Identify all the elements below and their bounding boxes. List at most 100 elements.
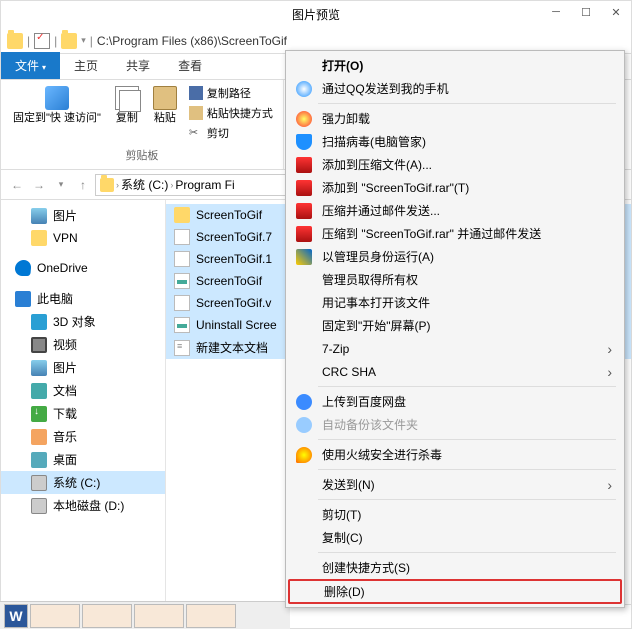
nav-back-button[interactable]: ←: [7, 175, 27, 195]
taskbar-item[interactable]: [134, 604, 184, 628]
address-path[interactable]: C:\Program Files (x86)\ScreenToGif: [97, 34, 287, 48]
paste-shortcut-button[interactable]: 粘贴快捷方式: [187, 104, 275, 122]
separator-icon: |: [54, 34, 57, 48]
minimize-button[interactable]: ─: [541, 1, 571, 23]
nav-forward-button[interactable]: →: [29, 175, 49, 195]
menu-label: 发送到(N): [322, 476, 375, 493]
file-icon: [174, 251, 190, 267]
menu-label: 添加到 "ScreenToGif.rar"(T): [322, 179, 469, 196]
taskbar-item[interactable]: W: [4, 604, 28, 628]
menu-item[interactable]: 使用火绒安全进行杀毒: [288, 443, 622, 466]
tree-label: 下载: [53, 405, 77, 422]
tree-node[interactable]: 图片: [1, 356, 165, 379]
copy-path-button[interactable]: 复制路径: [187, 84, 275, 102]
tree-node[interactable]: VPN: [1, 227, 165, 249]
nav-up-button[interactable]: ↑: [73, 175, 93, 195]
file-icon: [174, 295, 190, 311]
rar-icon: [296, 226, 312, 242]
menu-item[interactable]: 剪切(T): [288, 503, 622, 526]
menu-item[interactable]: 打开(O): [288, 54, 622, 77]
paste-button[interactable]: 粘贴: [149, 84, 181, 127]
menu-item[interactable]: 通过QQ发送到我的手机: [288, 77, 622, 100]
menu-label: 以管理员身份运行(A): [322, 248, 434, 265]
taskbar-item[interactable]: [186, 604, 236, 628]
pin-to-quick-button[interactable]: 固定到"快 速访问": [9, 84, 105, 127]
menu-item[interactable]: 7-Zip: [288, 337, 622, 360]
taskbar-item[interactable]: [82, 604, 132, 628]
menu-item[interactable]: 上传到百度网盘: [288, 390, 622, 413]
tree-node[interactable]: 此电脑: [1, 287, 165, 310]
tree-node[interactable]: 下载: [1, 402, 165, 425]
dl-icon: [31, 406, 47, 422]
tree-node[interactable]: 视频: [1, 333, 165, 356]
tab-home[interactable]: 主页: [60, 52, 112, 79]
tab-view[interactable]: 查看: [164, 52, 216, 79]
taskbar: W: [0, 601, 290, 629]
menu-item[interactable]: 发送到(N): [288, 473, 622, 496]
menu-item[interactable]: 复制(C): [288, 526, 622, 549]
chevron-icon[interactable]: ›: [116, 180, 119, 190]
window-title: 图片预览: [292, 6, 340, 23]
tree-label: 图片: [53, 359, 77, 376]
menu-label: 扫描病毒(电脑管家): [322, 133, 426, 150]
doc-icon: [31, 383, 47, 399]
uninst-icon: [296, 111, 312, 127]
tree-label: 文档: [53, 382, 77, 399]
tree-label: 本地磁盘 (D:): [53, 497, 124, 514]
tree-node[interactable]: 本地磁盘 (D:): [1, 494, 165, 517]
menu-item[interactable]: CRC SHA: [288, 360, 622, 383]
menu-label: 添加到压缩文件(A)...: [322, 156, 432, 173]
taskbar-item[interactable]: [30, 604, 80, 628]
menu-label: 复制(C): [322, 529, 363, 546]
music-icon: [31, 429, 47, 445]
menu-item[interactable]: 以管理员身份运行(A): [288, 245, 622, 268]
separator-icon: |: [27, 34, 30, 48]
nav-recent-button[interactable]: ▾: [51, 175, 71, 195]
tab-file[interactable]: 文件: [1, 52, 60, 79]
tree-node[interactable]: 系统 (C:): [1, 471, 165, 494]
tree-node[interactable]: 图片: [1, 204, 165, 227]
menu-item[interactable]: 扫描病毒(电脑管家): [288, 130, 622, 153]
nav-tree[interactable]: 图片VPNOneDrive此电脑3D 对象视频图片文档下载音乐桌面系统 (C:)…: [1, 200, 166, 604]
tree-node[interactable]: 音乐: [1, 425, 165, 448]
menu-item[interactable]: 管理员取得所有权: [288, 268, 622, 291]
close-button[interactable]: ✕: [601, 1, 631, 23]
menu-item[interactable]: 压缩并通过邮件发送...: [288, 199, 622, 222]
file-icon: [174, 229, 190, 245]
menu-item[interactable]: 删除(D): [288, 579, 622, 604]
tree-node[interactable]: 桌面: [1, 448, 165, 471]
dropdown-icon[interactable]: ▾: [81, 35, 86, 46]
chevron-icon[interactable]: ›: [170, 180, 173, 190]
tab-share[interactable]: 共享: [112, 52, 164, 79]
cut-button[interactable]: ✂ 剪切: [187, 124, 275, 142]
separator-icon: |: [90, 34, 93, 48]
copy-path-icon: [189, 86, 203, 100]
maximize-button[interactable]: ☐: [571, 1, 601, 23]
folder-icon[interactable]: [7, 33, 23, 49]
menu-item[interactable]: 添加到 "ScreenToGif.rar"(T): [288, 176, 622, 199]
menu-label: 压缩并通过邮件发送...: [322, 202, 440, 219]
folder-icon[interactable]: [61, 33, 77, 49]
crumb-segment[interactable]: Program Fi: [175, 178, 234, 192]
crumb-segment[interactable]: 系统 (C:): [121, 176, 168, 193]
menu-item[interactable]: 压缩到 "ScreenToGif.rar" 并通过邮件发送: [288, 222, 622, 245]
menu-item[interactable]: 强力卸载: [288, 107, 622, 130]
copy-button[interactable]: 复制: [111, 84, 143, 127]
tree-label: 桌面: [53, 451, 77, 468]
tree-label: 图片: [53, 207, 77, 224]
cut-icon: ✂: [189, 126, 203, 140]
menu-item[interactable]: 添加到压缩文件(A)...: [288, 153, 622, 176]
properties-icon[interactable]: [34, 33, 50, 49]
tree-node[interactable]: 文档: [1, 379, 165, 402]
menu-label: 压缩到 "ScreenToGif.rar" 并通过邮件发送: [322, 225, 541, 242]
menu-item[interactable]: 固定到"开始"屏幕(P): [288, 314, 622, 337]
pc-icon: [15, 291, 31, 307]
tree-node[interactable]: OneDrive: [1, 257, 165, 279]
context-menu[interactable]: 打开(O)通过QQ发送到我的手机强力卸载扫描病毒(电脑管家) 添加到压缩文件(A)…: [285, 50, 625, 608]
menu-item[interactable]: 创建快捷方式(S): [288, 556, 622, 579]
file-name: Uninstall Scree: [196, 318, 277, 332]
pin-icon: [45, 86, 69, 110]
tree-label: VPN: [53, 231, 78, 245]
tree-node[interactable]: 3D 对象: [1, 310, 165, 333]
menu-item[interactable]: 用记事本打开该文件: [288, 291, 622, 314]
